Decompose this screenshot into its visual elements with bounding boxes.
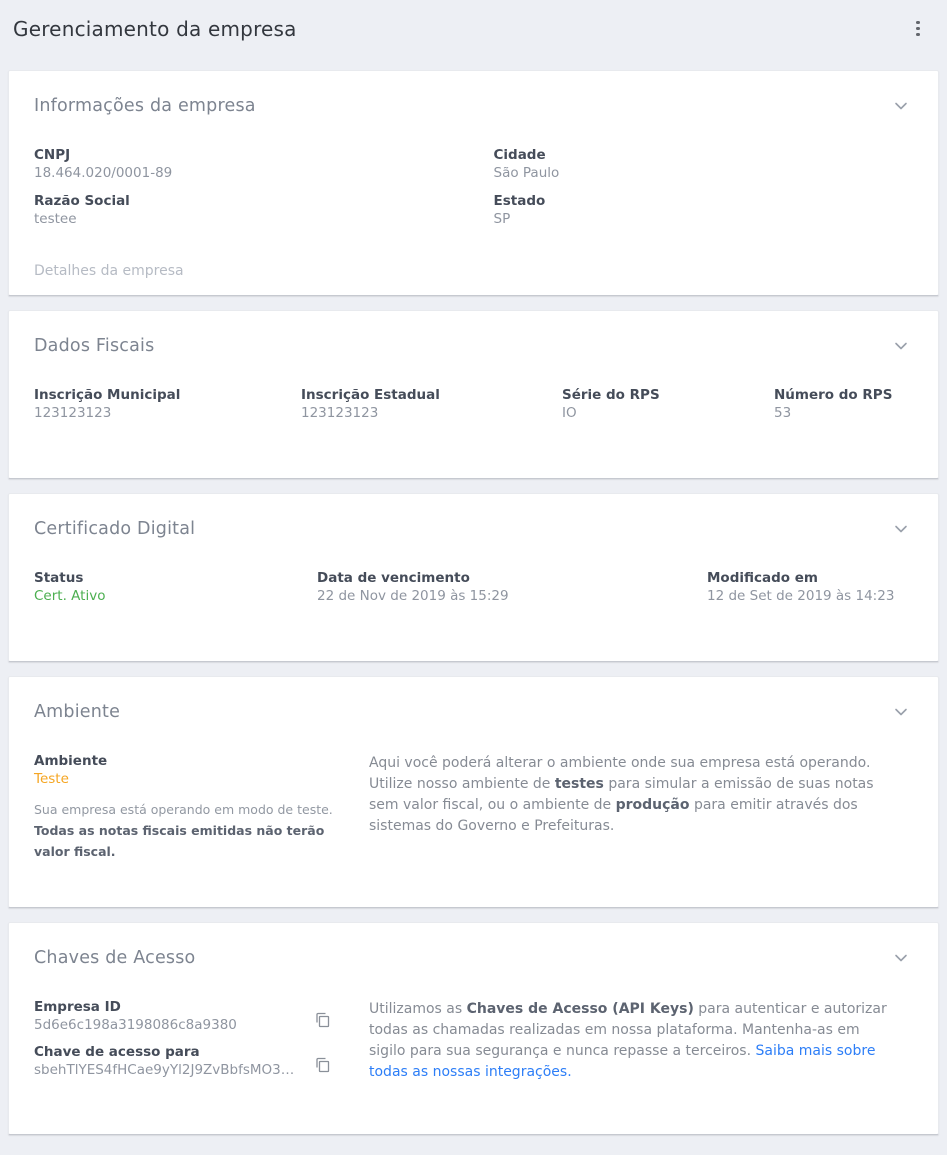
field-inscricao-municipal: Inscrição Municipal 123123123: [34, 387, 301, 422]
field-value: IO: [562, 405, 774, 422]
environment-note: Sua empresa está operando em modo de tes…: [34, 799, 346, 820]
page-title: Gerenciamento da empresa: [13, 17, 297, 41]
field-value: 22 de Nov de 2019 às 15:29: [317, 588, 707, 605]
field-status: Status Cert. Ativo: [34, 570, 317, 605]
chevron-down-icon[interactable]: [889, 517, 913, 541]
field-cidade: Cidade São Paulo: [494, 147, 914, 182]
company-details-link[interactable]: Detalhes da empresa: [34, 263, 184, 279]
field-value: SP: [494, 211, 914, 228]
certificate-fields: Status Cert. Ativo Data de vencimento 22…: [34, 570, 913, 616]
access-keys-content: Empresa ID 5d6e6c198a3198086c8a9380 Chav…: [34, 999, 913, 1089]
field-value: testee: [34, 211, 454, 228]
chevron-down-icon[interactable]: [889, 94, 913, 118]
field-ambiente: Ambiente Teste: [34, 753, 346, 788]
field-razao-social: Razão Social testee: [34, 193, 454, 228]
card-fiscal-data: Dados Fiscais Inscrição Municipal 123123…: [8, 310, 939, 479]
description-bold: produção: [616, 797, 690, 813]
field-numero-rps: Número do RPS 53: [774, 387, 913, 422]
field-label: Inscrição Municipal: [34, 387, 301, 404]
field-chave-acesso: Chave de acesso para sbehTlYES4fHCae9yYl…: [34, 1044, 296, 1079]
environment-description: Aqui você poderá alterar o ambiente onde…: [369, 753, 891, 837]
fiscal-fields: Inscrição Municipal 123123123 Inscrição …: [34, 387, 913, 433]
description-bold: Chaves de Acesso (API Keys): [467, 1001, 694, 1017]
copy-icon[interactable]: [314, 1056, 331, 1073]
environment-mode-badge: Teste: [34, 771, 346, 788]
chevron-down-icon[interactable]: [889, 700, 913, 724]
card-access-keys-header: Chaves de Acesso: [34, 946, 913, 970]
field-label: CNPJ: [34, 147, 454, 164]
card-digital-certificate: Certificado Digital Status Cert. Ativo D…: [8, 493, 939, 662]
environment-right-column: Aqui você poderá alterar o ambiente onde…: [369, 753, 891, 862]
access-keys-left-column: Empresa ID 5d6e6c198a3198086c8a9380 Chav…: [34, 999, 346, 1089]
environment-left-column: Ambiente Teste Sua empresa está operando…: [34, 753, 346, 862]
field-label: Ambiente: [34, 753, 346, 770]
field-label: Modificado em: [707, 570, 913, 587]
card-digital-certificate-header: Certificado Digital: [34, 517, 913, 541]
field-label: Cidade: [494, 147, 914, 164]
field-value: 53: [774, 405, 913, 422]
company-id-row: Empresa ID 5d6e6c198a3198086c8a9380: [34, 999, 346, 1034]
access-keys-right-column: Utilizamos as Chaves de Acesso (API Keys…: [369, 999, 891, 1089]
field-label: Estado: [494, 193, 914, 210]
field-data-vencimento: Data de vencimento 22 de Nov de 2019 às …: [317, 570, 707, 605]
card-environment-title: Ambiente: [34, 702, 120, 722]
environment-note-bold: Todas as notas fiscais emitidas não terã…: [34, 820, 346, 862]
field-value: 12 de Set de 2019 às 14:23: [707, 588, 913, 605]
card-company-info: Informações da empresa CNPJ 18.464.020/0…: [8, 70, 939, 296]
certificate-status-badge: Cert. Ativo: [34, 588, 317, 605]
card-fiscal-data-header: Dados Fiscais: [34, 334, 913, 358]
chevron-down-icon[interactable]: [889, 946, 913, 970]
card-access-keys-title: Chaves de Acesso: [34, 948, 195, 968]
field-empresa-id: Empresa ID 5d6e6c198a3198086c8a9380: [34, 999, 296, 1034]
field-label: Inscrição Estadual: [301, 387, 562, 404]
field-value: sbehTlYES4fHCae9yYl2J9ZvBbfsMO3I...: [34, 1062, 296, 1079]
field-inscricao-estadual: Inscrição Estadual 123123123: [301, 387, 562, 422]
field-label: Razão Social: [34, 193, 454, 210]
field-cnpj: CNPJ 18.464.020/0001-89: [34, 147, 454, 182]
access-keys-description: Utilizamos as Chaves de Acesso (API Keys…: [369, 999, 891, 1083]
kebab-menu-icon[interactable]: [905, 16, 931, 42]
field-label: Série do RPS: [562, 387, 774, 404]
chevron-down-icon[interactable]: [889, 334, 913, 358]
field-value: São Paulo: [494, 165, 914, 182]
description-text: Utilizamos as: [369, 1001, 467, 1017]
field-serie-rps: Série do RPS IO: [562, 387, 774, 422]
company-info-fields: CNPJ 18.464.020/0001-89 Cidade São Paulo…: [34, 147, 913, 239]
environment-content: Ambiente Teste Sua empresa está operando…: [34, 753, 913, 862]
access-key-row: Chave de acesso para sbehTlYES4fHCae9yYl…: [34, 1044, 346, 1079]
card-company-info-header: Informações da empresa: [34, 94, 913, 118]
field-label: Status: [34, 570, 317, 587]
card-fiscal-data-title: Dados Fiscais: [34, 336, 154, 356]
description-bold: testes: [555, 776, 604, 792]
cards-container: Informações da empresa CNPJ 18.464.020/0…: [0, 57, 947, 1155]
field-label: Data de vencimento: [317, 570, 707, 587]
field-label: Número do RPS: [774, 387, 913, 404]
field-value: 123123123: [301, 405, 562, 422]
page-header: Gerenciamento da empresa: [0, 0, 947, 57]
field-estado: Estado SP: [494, 193, 914, 228]
card-digital-certificate-title: Certificado Digital: [34, 519, 195, 539]
card-environment: Ambiente Ambiente Teste Sua empresa está…: [8, 676, 939, 908]
field-label: Empresa ID: [34, 999, 296, 1016]
card-environment-header: Ambiente: [34, 700, 913, 724]
card-company-info-title: Informações da empresa: [34, 96, 256, 116]
field-value: 5d6e6c198a3198086c8a9380: [34, 1017, 296, 1034]
field-value: 18.464.020/0001-89: [34, 165, 454, 182]
card-access-keys: Chaves de Acesso Empresa ID 5d6e6c198a31…: [8, 922, 939, 1135]
field-value: 123123123: [34, 405, 301, 422]
copy-icon[interactable]: [314, 1011, 331, 1028]
field-modificado-em: Modificado em 12 de Set de 2019 às 14:23: [707, 570, 913, 605]
field-label: Chave de acesso para: [34, 1044, 296, 1061]
